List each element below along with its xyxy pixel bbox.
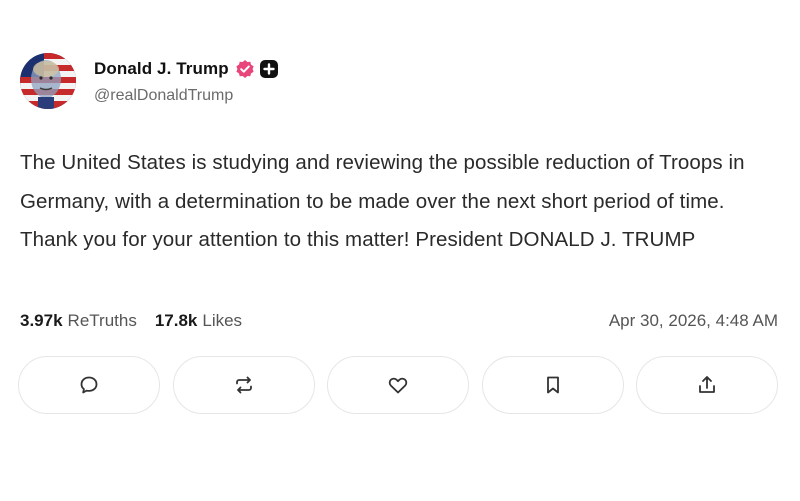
retruths-stat[interactable]: 3.97k ReTruths xyxy=(20,311,137,331)
action-bar xyxy=(18,356,778,414)
retruths-label: ReTruths xyxy=(67,311,137,330)
like-button[interactable] xyxy=(327,356,469,414)
plus-badge-icon xyxy=(259,59,279,79)
post-stats: 3.97k ReTruths 17.8k Likes Apr 30, 2026,… xyxy=(20,308,778,334)
bookmark-icon xyxy=(546,376,559,394)
share-button[interactable] xyxy=(636,356,778,414)
author-info: Donald J. Trump @realDonaldTrump xyxy=(94,57,279,105)
likes-label: Likes xyxy=(202,311,243,330)
likes-stat[interactable]: 17.8k Likes xyxy=(155,311,242,331)
post-card: Donald J. Trump @realDonaldTrump The Uni… xyxy=(0,0,800,501)
heart-icon xyxy=(388,377,408,394)
post-timestamp[interactable]: Apr 30, 2026, 4:48 AM xyxy=(609,311,778,331)
name-row: Donald J. Trump xyxy=(94,57,279,81)
repost-icon xyxy=(235,376,252,394)
avatar-image xyxy=(20,53,76,109)
share-icon xyxy=(699,376,715,393)
avatar[interactable] xyxy=(20,53,76,109)
comment-icon xyxy=(80,376,98,394)
reply-button[interactable] xyxy=(18,356,160,414)
user-handle[interactable]: @realDonaldTrump xyxy=(94,87,279,105)
bookmark-button[interactable] xyxy=(481,356,624,414)
post-header: Donald J. Trump @realDonaldTrump xyxy=(20,52,279,110)
verified-badge-icon xyxy=(235,59,255,79)
retruths-count: 3.97k xyxy=(20,311,63,330)
post-text: The United States is studying and review… xyxy=(20,151,745,251)
display-name[interactable]: Donald J. Trump xyxy=(94,59,229,79)
likes-count: 17.8k xyxy=(154,311,198,330)
retruth-button[interactable] xyxy=(172,356,315,414)
